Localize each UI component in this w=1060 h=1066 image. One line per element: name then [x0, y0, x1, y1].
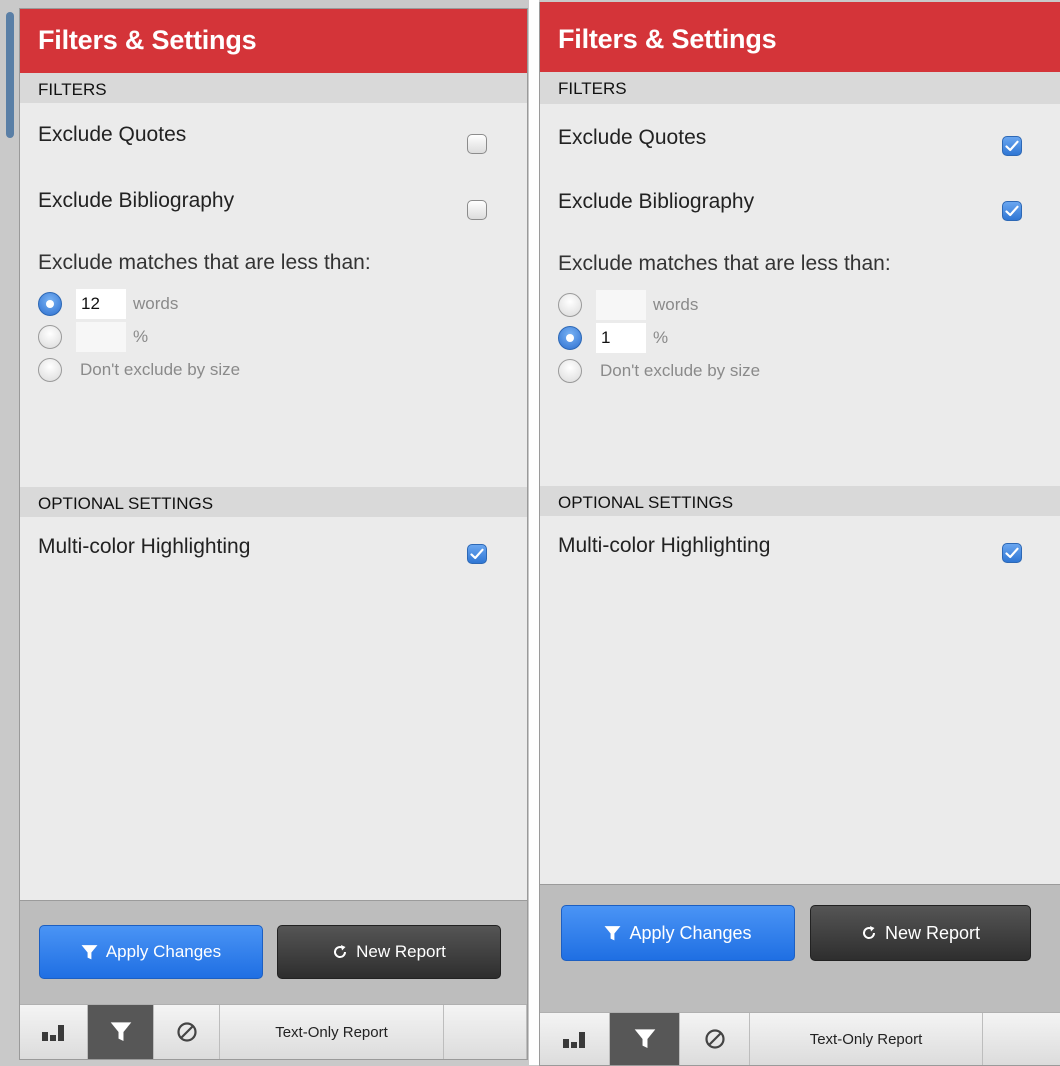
panel-title: Filters & Settings [20, 9, 527, 73]
refresh-icon [334, 945, 347, 958]
checkmark-icon [1005, 547, 1019, 559]
words-input[interactable] [596, 289, 646, 320]
new-report-label: New Report [884, 922, 981, 943]
panel-footer: Apply Changes New Report [20, 900, 527, 1005]
filters-settings-panel-after: Filters & Settings FILTERS Exclude Quote… [539, 2, 1060, 1066]
words-radio[interactable] [558, 292, 582, 317]
exclude-icon [704, 1029, 725, 1049]
exclude-bibliography-label: Exclude Bibliography [38, 189, 235, 212]
exclude-bibliography-label: Exclude Bibliography [558, 190, 755, 213]
toolbar-spacer [444, 1005, 527, 1059]
optional-settings-area: OPTIONAL SETTINGS Multi-color Highlighti… [20, 487, 527, 583]
exclude-bibliography-checkbox[interactable] [1002, 201, 1022, 221]
exclude-quotes-checkbox[interactable] [1002, 136, 1022, 156]
text-only-report-label: Text-Only Report [809, 1030, 923, 1048]
percent-input[interactable]: 1 [596, 322, 646, 353]
apply-changes-label: Apply Changes [105, 942, 222, 961]
filters-section-header: FILTERS [540, 72, 1060, 104]
exclude-bibliography-checkbox[interactable] [467, 200, 487, 220]
new-report-button[interactable]: New Report [810, 905, 1031, 961]
toolbar-filter-tab[interactable] [610, 1013, 680, 1065]
multicolor-checkbox[interactable] [467, 544, 487, 564]
checkmark-icon [1005, 205, 1019, 217]
dont-exclude-radio[interactable] [38, 357, 62, 382]
percent-radio[interactable] [38, 324, 62, 349]
filter-icon [81, 944, 98, 959]
words-unit-label: words [133, 293, 179, 313]
checkmark-icon [1005, 140, 1019, 152]
bar-chart-icon [41, 1025, 64, 1041]
multicolor-checkbox[interactable] [1002, 543, 1022, 563]
words-radio[interactable] [38, 291, 62, 316]
words-unit-label: words [653, 294, 699, 314]
text-only-report-label: Text-Only Report [275, 1023, 388, 1041]
exclude-quotes-row[interactable]: Exclude Quotes [20, 103, 527, 169]
dont-exclude-option[interactable]: Don't exclude by size [540, 354, 1060, 387]
toolbar-filter-tab[interactable] [88, 1005, 154, 1059]
exclude-percent-option[interactable]: % [20, 320, 527, 353]
apply-changes-button[interactable]: Apply Changes [39, 925, 263, 979]
exclude-quotes-row[interactable]: Exclude Quotes [540, 104, 1060, 170]
filter-icon [604, 925, 621, 940]
exclude-bibliography-row[interactable]: Exclude Bibliography [20, 169, 527, 235]
exclude-bibliography-row[interactable]: Exclude Bibliography [540, 170, 1060, 236]
checkmark-icon [470, 548, 484, 560]
optional-settings-header: OPTIONAL SETTINGS [540, 486, 1060, 516]
exclude-size-label: Exclude matches that are less than: [38, 251, 371, 274]
apply-changes-button[interactable]: Apply Changes [561, 905, 795, 961]
panel-footer: Apply Changes New Report [540, 884, 1060, 1013]
multicolor-label: Multi-color Highlighting [558, 534, 771, 557]
exclude-quotes-label: Exclude Quotes [38, 123, 187, 146]
filter-icon [634, 1029, 655, 1048]
text-only-report-tab[interactable]: Text-Only Report [220, 1005, 444, 1059]
filter-icon [110, 1022, 131, 1041]
bottom-toolbar: Text-Only Report [20, 1004, 527, 1059]
toolbar-stats-tab[interactable] [20, 1005, 88, 1059]
words-input[interactable]: 12 [76, 288, 126, 319]
optional-settings-header: OPTIONAL SETTINGS [20, 487, 527, 517]
dont-exclude-label: Don't exclude by size [80, 359, 241, 379]
multicolor-row[interactable]: Multi-color Highlighting [540, 516, 1060, 582]
text-only-report-tab[interactable]: Text-Only Report [750, 1013, 983, 1065]
toolbar-exclude-tab[interactable] [154, 1005, 220, 1059]
exclude-quotes-label: Exclude Quotes [558, 126, 707, 149]
dont-exclude-label: Don't exclude by size [600, 360, 761, 380]
left-edge-tab [6, 12, 14, 138]
exclude-words-option[interactable]: words [540, 288, 1060, 321]
toolbar-stats-tab[interactable] [540, 1013, 610, 1065]
bottom-toolbar: Text-Only Report [540, 1012, 1060, 1065]
percent-input[interactable] [76, 321, 126, 352]
toolbar-exclude-tab[interactable] [680, 1013, 750, 1065]
new-report-button[interactable]: New Report [277, 925, 501, 979]
exclude-words-option[interactable]: 12 words [20, 287, 527, 320]
percent-radio[interactable] [558, 325, 582, 350]
exclude-size-label: Exclude matches that are less than: [558, 252, 891, 275]
apply-changes-label: Apply Changes [629, 922, 752, 943]
panel-divider [529, 0, 539, 1065]
new-report-label: New Report [356, 942, 446, 961]
multicolor-label: Multi-color Highlighting [38, 535, 251, 558]
filters-settings-panel-before: Filters & Settings FILTERS Exclude Quote… [19, 8, 528, 1060]
percent-unit-label: % [133, 326, 149, 346]
panel-title: Filters & Settings [540, 2, 1060, 72]
exclude-quotes-checkbox[interactable] [467, 134, 487, 154]
filters-section-header: FILTERS [20, 73, 527, 103]
exclude-percent-option[interactable]: 1 % [540, 321, 1060, 354]
multicolor-row[interactable]: Multi-color Highlighting [20, 517, 527, 583]
dont-exclude-option[interactable]: Don't exclude by size [20, 353, 527, 386]
exclude-icon [176, 1022, 197, 1042]
dont-exclude-radio[interactable] [558, 358, 582, 383]
bar-chart-icon [562, 1032, 585, 1048]
optional-settings-area: OPTIONAL SETTINGS Multi-color Highlighti… [540, 486, 1060, 582]
percent-unit-label: % [653, 327, 669, 347]
refresh-icon [862, 926, 875, 939]
